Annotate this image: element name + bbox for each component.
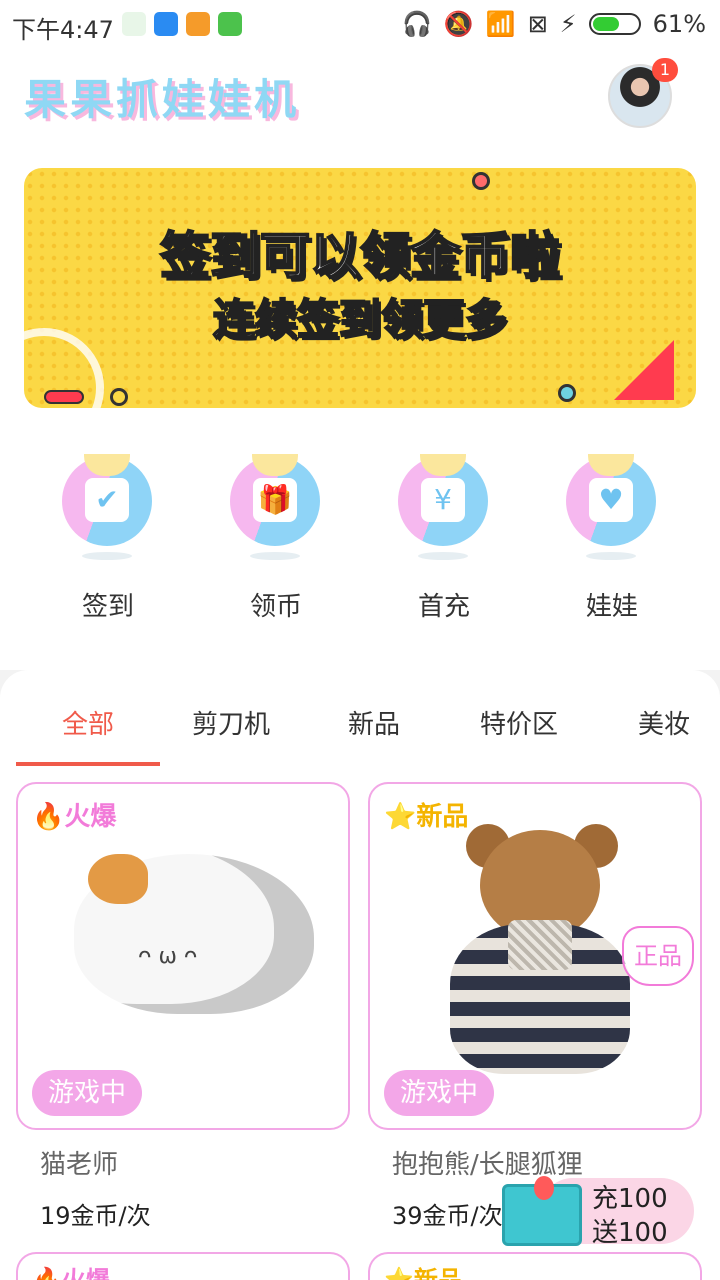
- banner-circle-decoration: [110, 388, 128, 406]
- mute-bell-icon: 🔕: [443, 10, 474, 38]
- playing-badge: 游戏中: [384, 1070, 495, 1116]
- tag-label: 新品: [416, 802, 469, 832]
- cat-patch: [88, 854, 148, 904]
- tag-label: 新品: [413, 1266, 462, 1280]
- quick-item-coins[interactable]: 🎁 领币: [192, 450, 360, 622]
- quick-item-dolls[interactable]: ♥ 娃娃: [528, 450, 696, 622]
- gift-glyph-icon: 🎁: [253, 478, 297, 522]
- calendar-check-icon: ✔: [62, 454, 152, 546]
- icon-shadow: [418, 552, 468, 560]
- charging-icon: ⚡: [559, 10, 577, 38]
- promo-line2: 送100: [592, 1218, 668, 1248]
- wifi-icon: 📶: [485, 10, 516, 38]
- status-bar: 下午4:47 🎧 🔕 📶 ⊠ ⚡ 61%: [0, 0, 720, 50]
- hot-tag: 🔥火爆: [32, 1260, 110, 1280]
- product-card[interactable]: ᴖ ω ᴖ 🔥火爆 游戏中: [16, 782, 350, 1130]
- product-name: 猫老师: [40, 1150, 119, 1180]
- tag-label: 火爆: [64, 802, 117, 832]
- status-right: 🎧 🔕 📶 ⊠ ⚡ 61%: [402, 10, 706, 38]
- new-tag: ⭐新品: [384, 802, 469, 832]
- gift-icon: 🎁: [230, 454, 320, 546]
- checkin-banner[interactable]: 签到可以领金币啦 连续签到领更多: [24, 168, 696, 408]
- headphone-icon: 🎧: [402, 10, 432, 38]
- yen-ticket-icon: ¥: [398, 454, 488, 546]
- app-title: 果果抓娃娃机: [24, 75, 301, 124]
- yen-glyph-icon: ¥: [421, 478, 465, 522]
- category-tabs: 全部 剪刀机 新品 特价区 美妆: [0, 670, 720, 766]
- genuine-badge: 正品: [622, 926, 694, 986]
- product-card[interactable]: ⭐新品: [368, 1252, 702, 1280]
- tab-active-indicator: [16, 762, 160, 766]
- banner-triangle-decoration: [614, 340, 674, 400]
- browser-icon: [186, 12, 210, 36]
- battery-percent: 61%: [652, 10, 706, 38]
- quick-menu: ✔ 签到 🎁 领币 ¥ 首充 ♥ 娃娃: [24, 450, 696, 622]
- promo-line1: 充100: [592, 1184, 668, 1214]
- hot-tag: 🔥火爆: [32, 802, 117, 832]
- battery-icon: [588, 13, 641, 35]
- battery-app-icon: [218, 12, 242, 36]
- quick-item-label: 首充: [417, 592, 470, 622]
- tag-label: 火爆: [61, 1266, 110, 1280]
- icon-shadow: [586, 552, 636, 560]
- bear-bow: [508, 920, 572, 970]
- product-card[interactable]: ⭐新品 正品 游戏中: [368, 782, 702, 1130]
- playing-badge: 游戏中: [32, 1070, 143, 1116]
- cat-face: ᴖ ω ᴖ: [138, 944, 198, 969]
- banner-subline: 连续签到领更多: [212, 294, 508, 345]
- top-section: 下午4:47 🎧 🔕 📶 ⊠ ⚡ 61% 果果抓娃娃机 1 签到可以领金币啦 连…: [0, 0, 720, 670]
- tab-all[interactable]: 全部: [62, 704, 114, 741]
- sim-icon: ⊠: [527, 10, 548, 38]
- recharge-promo-button[interactable]: 充100 送100: [500, 1176, 700, 1248]
- banner-pill-decoration: [44, 390, 84, 404]
- banner-headline: 签到可以领金币啦: [159, 226, 561, 286]
- quick-item-label: 领币: [249, 592, 302, 622]
- tab-beauty[interactable]: 美妆: [638, 704, 690, 741]
- notification-badge: 1: [652, 58, 678, 82]
- teddy-plush-image: [430, 824, 640, 1084]
- product-price: 39金币/次: [392, 1202, 503, 1230]
- banner-circle-decoration: [558, 384, 576, 402]
- tab-scissors-machine[interactable]: 剪刀机: [192, 704, 270, 741]
- quick-item-label: 签到: [81, 592, 134, 622]
- tab-special-offer[interactable]: 特价区: [480, 704, 558, 741]
- app-notification-icon: [122, 12, 146, 36]
- check-glyph-icon: ✔: [85, 478, 129, 522]
- quick-item-label: 娃娃: [585, 592, 638, 622]
- icon-shadow: [82, 552, 132, 560]
- product-card[interactable]: 🔥火爆: [16, 1252, 350, 1280]
- icon-shadow: [250, 552, 300, 560]
- new-tag: ⭐新品: [384, 1260, 462, 1280]
- battery-fill: [592, 17, 620, 31]
- quick-item-checkin[interactable]: ✔ 签到: [24, 450, 192, 622]
- product-price: 19金币/次: [40, 1202, 151, 1230]
- bear-glyph-icon: ♥: [589, 478, 633, 522]
- teddy-bear-icon: ♥: [566, 454, 656, 546]
- status-time: 下午4:47: [12, 16, 114, 44]
- tab-new[interactable]: 新品: [348, 704, 400, 741]
- quick-item-first-recharge[interactable]: ¥ 首充: [360, 450, 528, 622]
- shield-icon: [154, 12, 178, 36]
- banner-circle-decoration: [472, 172, 490, 190]
- gift-ribbon: [534, 1176, 554, 1200]
